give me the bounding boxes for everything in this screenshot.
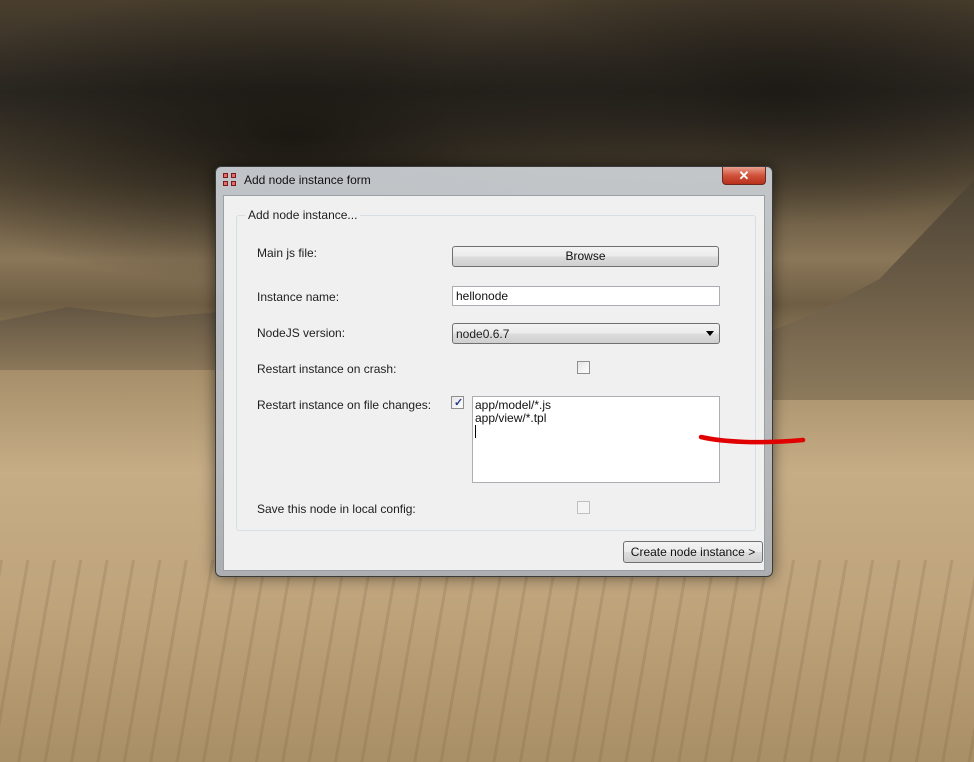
group-title: Add node instance... <box>245 208 361 222</box>
watch-pattern-line: app/view/*.tpl <box>475 411 547 425</box>
save-local-config-label: Save this node in local config: <box>257 502 416 516</box>
text-caret <box>475 425 717 438</box>
add-node-instance-window: Add node instance form ✕ Add node instan… <box>215 166 806 577</box>
nodejs-version-value: node0.6.7 <box>456 327 510 341</box>
red-underline-annotation <box>698 434 806 445</box>
instance-name-input[interactable] <box>452 286 720 306</box>
restart-on-file-changes-label: Restart instance on file changes: <box>257 398 432 412</box>
main-js-file-label: Main js file: <box>257 246 318 260</box>
add-node-instance-group: Add node instance... Main js file: Brows… <box>236 208 806 531</box>
instance-name-label: Instance name: <box>257 290 340 304</box>
desert-hill-right <box>764 180 974 400</box>
form-client-area: Add node instance... Main js file: Brows… <box>223 195 806 571</box>
chevron-down-icon <box>706 331 714 336</box>
close-button[interactable]: ✕ <box>722 167 766 185</box>
close-icon: ✕ <box>738 168 750 183</box>
app-icon <box>223 173 237 187</box>
save-local-config-checkbox[interactable] <box>577 501 590 514</box>
browse-button[interactable]: Browse <box>452 246 719 267</box>
restart-on-crash-label: Restart instance on crash: <box>257 362 397 376</box>
nodejs-version-select[interactable]: node0.6.7 <box>452 323 720 344</box>
watch-patterns-textarea[interactable]: app/model/*.js app/view/*.tpl <box>472 396 806 483</box>
nodejs-version-label: NodeJS version: <box>257 326 346 340</box>
window-title: Add node instance form <box>244 173 371 187</box>
restart-on-file-changes-checkbox[interactable]: ✓ <box>451 396 464 409</box>
title-bar[interactable]: Add node instance form ✕ <box>216 167 772 194</box>
desert-road-texture <box>0 560 974 762</box>
check-icon: ✓ <box>454 397 464 409</box>
restart-on-crash-checkbox[interactable] <box>577 361 590 374</box>
create-node-instance-button[interactable]: Create node instance > <box>623 541 763 563</box>
